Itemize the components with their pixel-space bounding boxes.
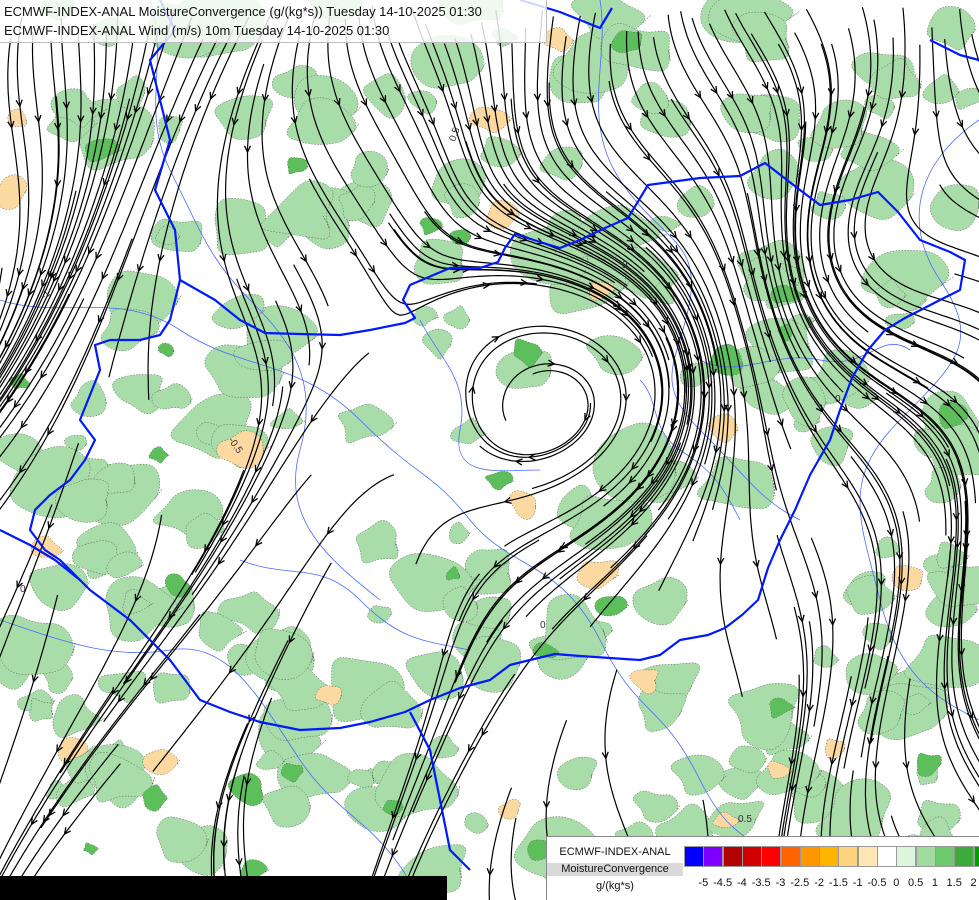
wind-arrowhead — [349, 248, 358, 257]
convergence-area — [347, 769, 375, 789]
legend-swatch — [857, 846, 878, 867]
divergence-area — [629, 669, 659, 695]
strong-convergence-area — [83, 842, 100, 856]
wind-streamline — [954, 273, 979, 283]
convergence-area — [337, 403, 398, 444]
convergence-area — [557, 756, 598, 791]
contour-label: 0 — [835, 394, 841, 405]
weather-map[interactable]: 0.5 -0.5 0.5 0 0 0 0 -1 — [0, 0, 979, 900]
convergence-area — [696, 456, 776, 509]
convergence-area — [355, 520, 399, 564]
legend-swatch — [799, 846, 820, 867]
convergence-area — [270, 408, 306, 429]
convergence-area — [367, 605, 392, 624]
moisture-convergence-field — [0, 0, 979, 900]
convergence-area — [422, 328, 453, 360]
strong-convergence-area — [485, 471, 515, 491]
strong-convergence-area — [148, 446, 170, 464]
contour-label: 0 — [622, 260, 628, 271]
strong-convergence-area — [287, 157, 309, 175]
legend-swatch — [819, 846, 840, 867]
convergence-area — [262, 785, 311, 828]
convergence-area — [670, 754, 727, 796]
color-legend: ECMWF-INDEX-ANAL MoistureConvergence g/(… — [546, 836, 979, 900]
map-title-moisture: ECMWF-INDEX-ANAL MoistureConvergence (g/… — [4, 4, 482, 19]
legend-title-model: ECMWF-INDEX-ANAL — [559, 846, 671, 858]
legend-swatch — [973, 846, 979, 867]
convergence-area — [410, 35, 486, 89]
contour-label: 0.5 — [738, 814, 752, 825]
legend-swatch — [877, 846, 897, 867]
convergence-area — [480, 136, 523, 168]
legend-swatch — [780, 846, 801, 867]
convergence-area — [922, 74, 960, 104]
contour-label: 0.5 — [447, 126, 462, 143]
strong-convergence-area — [594, 596, 630, 617]
wind-arrowhead — [967, 795, 976, 804]
convergence-area — [813, 645, 840, 668]
divergence-area — [543, 27, 575, 53]
legend-tick-label: 2 — [970, 877, 977, 889]
convergence-area — [153, 672, 191, 704]
convergence-area — [846, 575, 898, 615]
legend-swatch — [934, 846, 955, 867]
convergence-area — [638, 688, 687, 732]
convergence-area — [633, 790, 681, 823]
convergence-area — [28, 563, 90, 611]
map-viewport[interactable]: 0.5 -0.5 0.5 0 0 0 0 -1 ECMWF-INDEX-ANAL… — [0, 0, 979, 900]
legend-swatch — [915, 846, 936, 867]
legend-swatch — [954, 846, 975, 867]
contour-label: 0 — [540, 620, 546, 631]
divergence-area — [0, 174, 28, 210]
legend-units: g/(kg*s) — [596, 880, 634, 892]
wind-streamline — [971, 34, 979, 63]
map-title-box: ECMWF-INDEX-ANAL MoistureConvergence (g/… — [0, 0, 547, 43]
wind-streamline — [0, 267, 3, 285]
convergence-area — [350, 150, 389, 188]
convergence-area — [464, 812, 489, 834]
legend-swatch — [703, 846, 724, 867]
convergence-area — [443, 305, 471, 330]
convergence-area — [632, 576, 688, 626]
legend-swatch — [838, 846, 859, 867]
convergence-area — [731, 11, 790, 63]
wind-streamline — [827, 106, 979, 383]
convergence-area — [405, 651, 465, 700]
convergence-area — [929, 184, 979, 231]
contour-label: 0 — [20, 584, 26, 595]
strong-convergence-area — [916, 753, 942, 777]
convergence-area — [586, 335, 645, 375]
convergence-area — [810, 99, 868, 149]
wind-streamline — [0, 293, 70, 412]
convergence-area — [449, 521, 471, 545]
strong-convergence-area — [157, 342, 175, 358]
legend-title-parameter: MoistureConvergence — [547, 863, 683, 876]
convergence-area — [450, 417, 487, 444]
legend-swatch — [896, 846, 917, 867]
footer-band — [0, 876, 447, 900]
divergence-area — [142, 749, 180, 775]
convergence-area — [904, 634, 979, 688]
divergence-area — [576, 560, 620, 590]
wind-arrowhead — [841, 480, 849, 489]
legend-swatch — [684, 846, 704, 867]
legend-swatch — [761, 846, 782, 867]
legend-swatch — [722, 846, 743, 867]
legend-swatch — [741, 846, 762, 867]
map-title-wind: ECMWF-INDEX-ANAL Wind (m/s) 10m Tuesday … — [4, 23, 390, 38]
